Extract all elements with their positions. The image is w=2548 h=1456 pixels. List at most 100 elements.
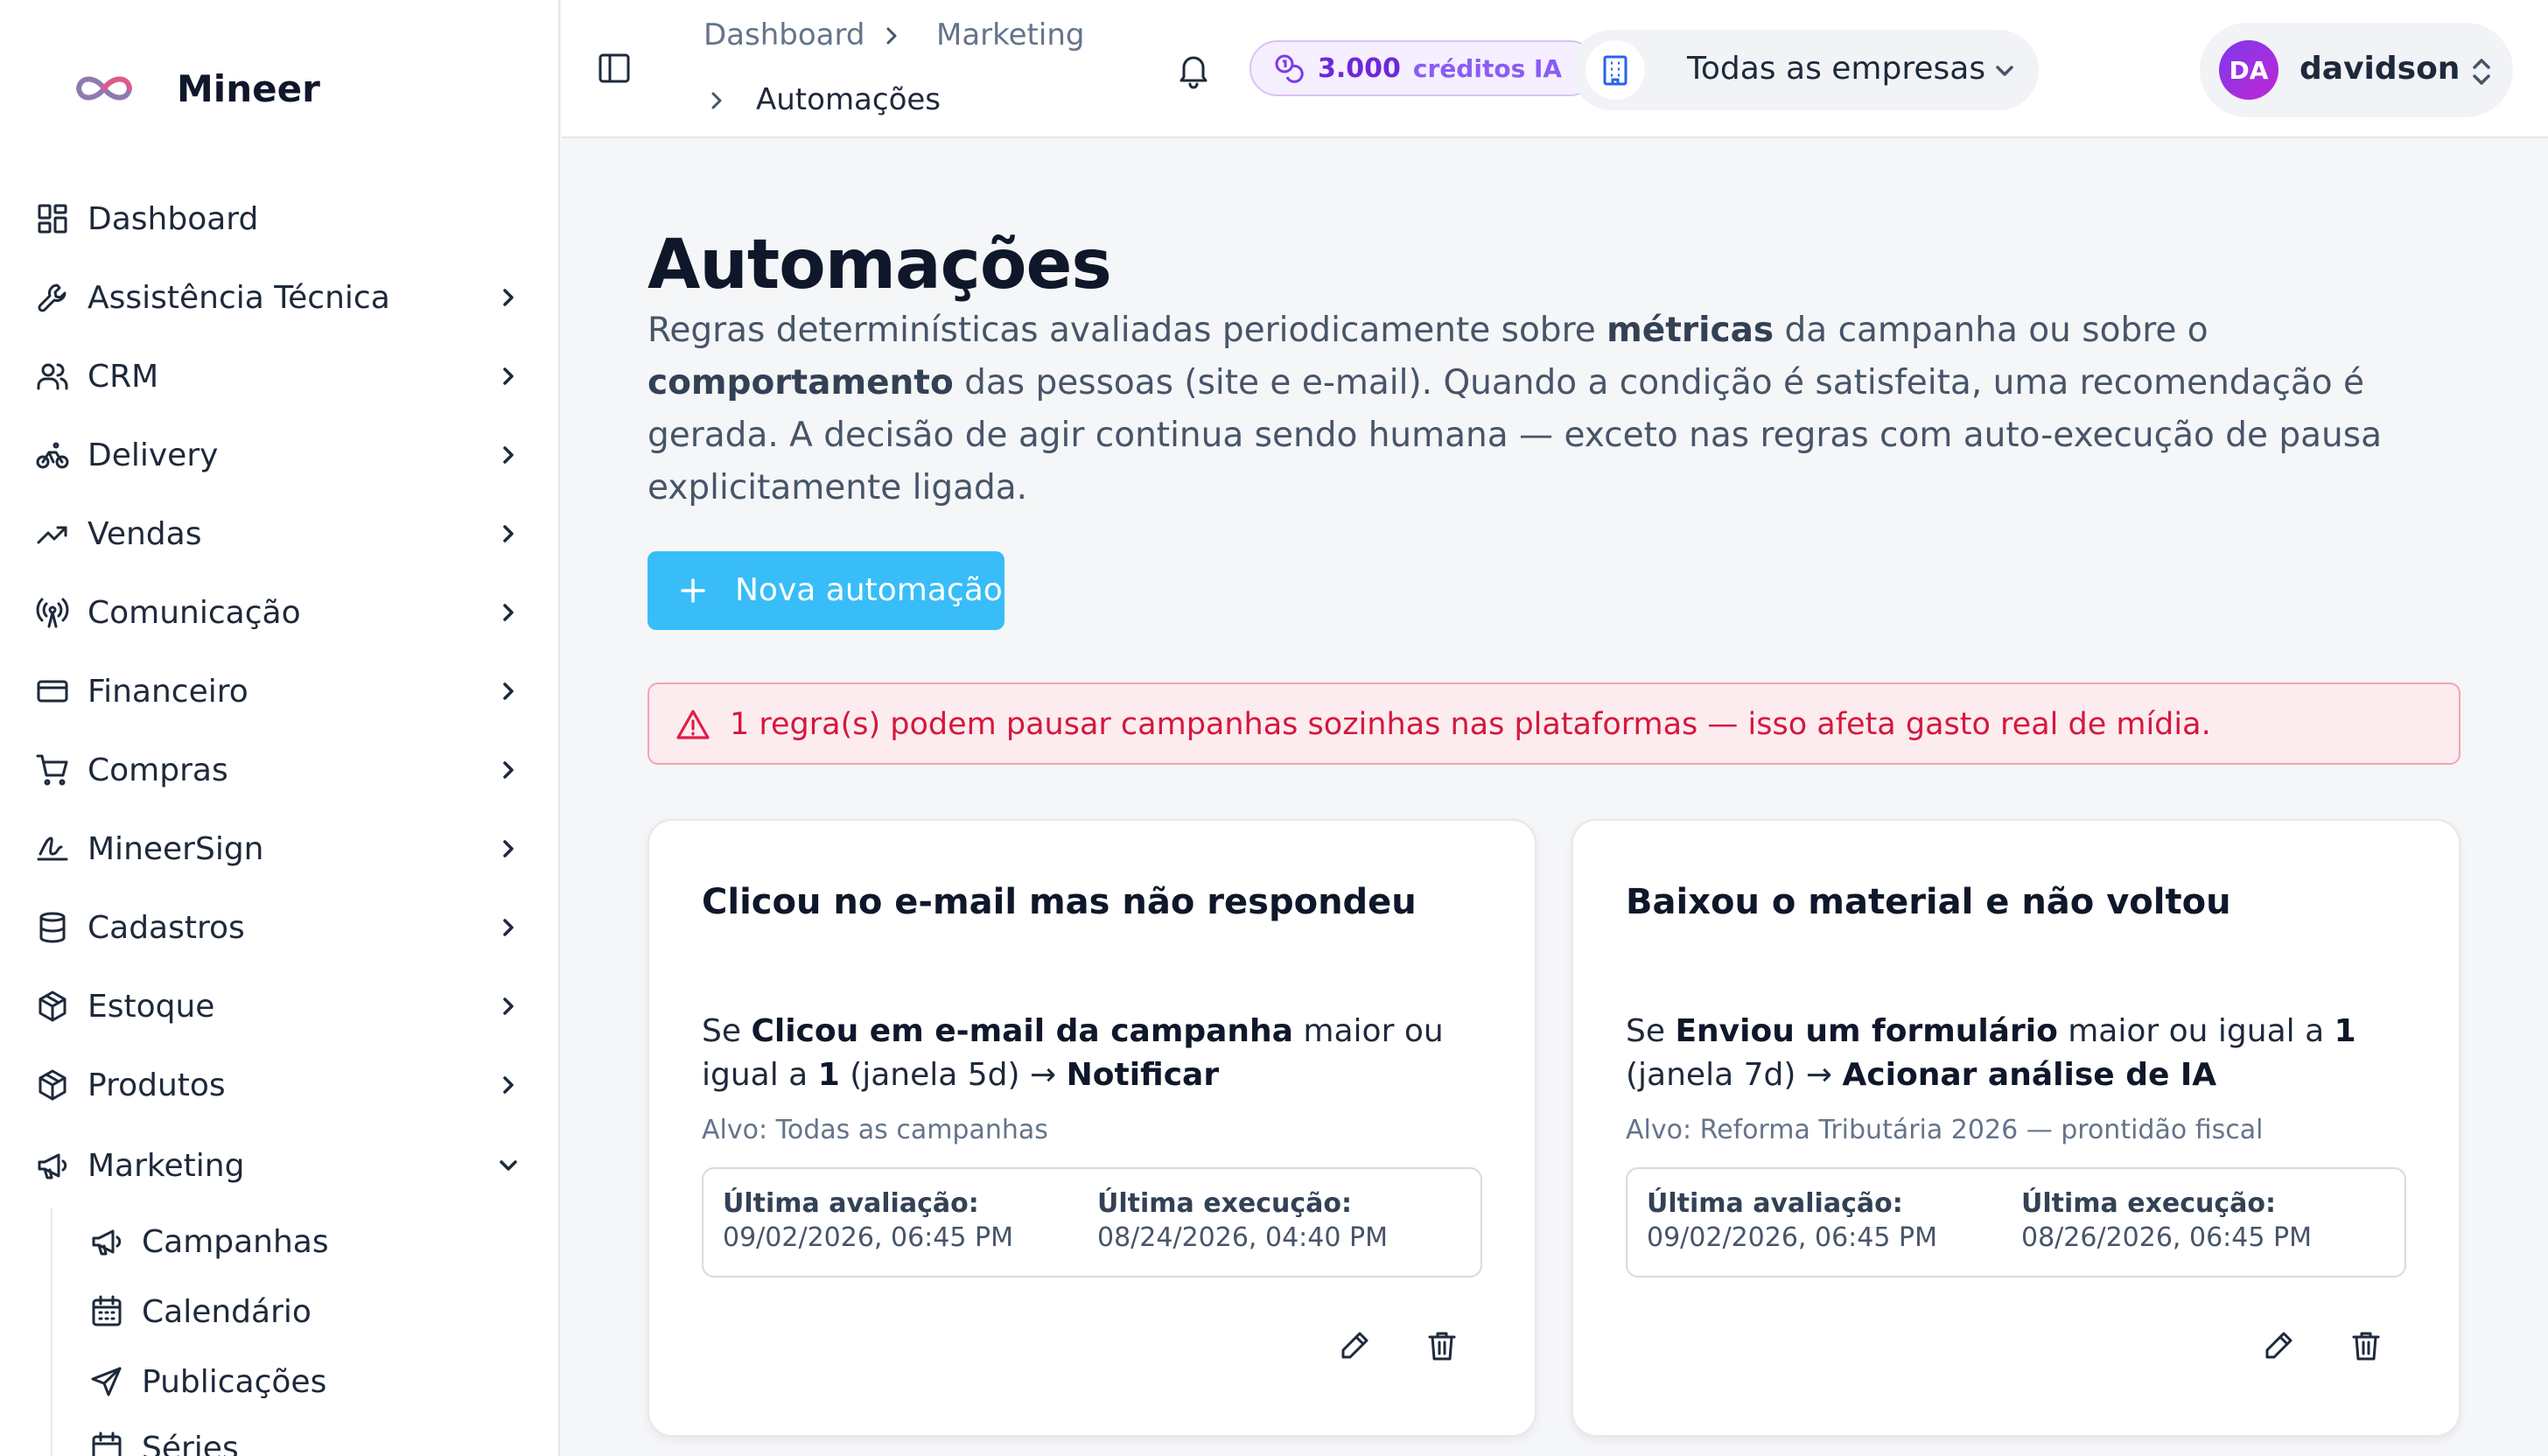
ai-credits-badge[interactable]: 3.000 créditos IA	[1250, 40, 1598, 96]
signature-icon	[35, 831, 70, 866]
sidebar-item-label: Financeiro	[88, 673, 248, 710]
radio-tower-icon	[35, 595, 70, 630]
description-emphasis: métricas	[1606, 311, 1774, 350]
sidebar-item-marketing[interactable]: Marketing	[0, 1132, 560, 1199]
last-execution-label: Última execução:	[2021, 1188, 2277, 1219]
sidebar-item-comunicacao[interactable]: Comunicação	[0, 579, 560, 646]
sidebar-item-estoque[interactable]: Estoque	[0, 973, 560, 1040]
calendar-clock-icon	[89, 1431, 124, 1456]
last-execution: Última execução: 08/24/2026, 04:40 PM	[1097, 1188, 1388, 1253]
credit-card-icon	[35, 674, 70, 709]
package-icon	[35, 1068, 70, 1102]
sidebar-item-crm[interactable]: CRM	[0, 343, 560, 410]
automation-card: Baixou o material e não voltou Se Enviou…	[1572, 819, 2460, 1437]
sidebar-subitem-campanhas[interactable]: Campanhas	[88, 1211, 542, 1272]
breadcrumb-current: Automações	[756, 82, 942, 117]
user-name: davidson	[2300, 51, 2460, 87]
automation-rule: Se Enviou um formulário maior ou igual a…	[1626, 1010, 2413, 1097]
chevron-right-icon	[880, 24, 903, 47]
chevron-right-icon	[495, 678, 522, 704]
sidebar-toggle-icon[interactable]	[597, 51, 632, 86]
sidebar-item-label: Assistência Técnica	[88, 279, 390, 316]
last-execution: Última execução: 08/26/2026, 06:45 PM	[2021, 1188, 2312, 1253]
top-header: Dashboard Marketing Automações 3.000 cré…	[562, 0, 2548, 138]
send-icon	[89, 1364, 124, 1399]
users-icon	[35, 359, 70, 394]
sidebar-item-label: MineerSign	[88, 830, 264, 867]
shopping-cart-icon	[35, 752, 70, 788]
user-menu[interactable]: DA davidson	[2200, 23, 2513, 117]
automation-stats: Última avaliação: 09/02/2026, 06:45 PM Ú…	[1626, 1167, 2406, 1278]
last-evaluation-value: 09/02/2026, 06:45 PM	[723, 1222, 1013, 1253]
automation-stats: Última avaliação: 09/02/2026, 06:45 PM Ú…	[702, 1167, 1482, 1278]
rule-action: Notificar	[1066, 1057, 1220, 1093]
chevron-right-icon	[495, 363, 522, 389]
sidebar-subitem-publicacoes[interactable]: Publicações	[88, 1351, 542, 1412]
sidebar-subitem-label: Campanhas	[142, 1223, 329, 1260]
automation-target: Alvo: Todas as campanhas	[702, 1115, 1048, 1145]
chevron-right-icon	[495, 1072, 522, 1098]
bike-icon	[35, 438, 70, 472]
bell-icon[interactable]	[1174, 51, 1213, 89]
chevron-right-icon	[495, 914, 522, 941]
coins-icon	[1275, 54, 1304, 83]
rule-operator: maior ou igual a	[2057, 1013, 2334, 1049]
rule-metric: Clicou em e-mail da campanha	[751, 1013, 1293, 1049]
sidebar: Mineer Dashboard Assistência Técnica CRM…	[0, 0, 560, 1456]
avatar: DA	[2219, 40, 2278, 100]
sidebar-item-mineersign[interactable]: MineerSign	[0, 816, 560, 882]
trending-up-icon	[35, 516, 70, 551]
chevron-right-icon	[495, 757, 522, 783]
breadcrumb-marketing[interactable]: Marketing	[936, 18, 1084, 52]
edit-icon[interactable]	[2261, 1328, 2300, 1367]
sidebar-item-produtos[interactable]: Produtos	[0, 1052, 560, 1118]
rule-prefix: Se	[702, 1013, 752, 1049]
rule-window: (janela 7d) →	[1626, 1057, 1843, 1093]
sidebar-item-dashboard[interactable]: Dashboard	[0, 186, 560, 252]
new-automation-button[interactable]: Nova automação	[648, 551, 1004, 630]
page-description: Regras determinísticas avaliadas periodi…	[648, 304, 2398, 514]
sidebar-item-label: CRM	[88, 358, 159, 395]
brand[interactable]: Mineer	[70, 58, 320, 119]
mineer-logo-icon	[75, 76, 133, 101]
description-emphasis: comportamento	[648, 363, 954, 402]
last-execution-value: 08/24/2026, 04:40 PM	[1097, 1222, 1388, 1253]
trash-icon[interactable]	[2348, 1328, 2387, 1367]
rule-value: 1	[817, 1057, 840, 1093]
company-selector[interactable]: Todas as empresas	[1572, 30, 2039, 110]
automation-rule: Se Clicou em e-mail da campanha maior ou…	[702, 1010, 1489, 1097]
sidebar-subitem-calendario[interactable]: Calendário	[88, 1281, 542, 1342]
chevron-right-icon	[495, 284, 522, 311]
automation-title: Clicou no e-mail mas não respondeu	[702, 882, 1417, 922]
chevron-right-icon	[495, 836, 522, 862]
sidebar-item-label: Cadastros	[88, 909, 245, 946]
database-icon	[35, 910, 70, 945]
sidebar-item-label: Delivery	[88, 437, 219, 473]
sidebar-item-assistencia-tecnica[interactable]: Assistência Técnica	[0, 264, 560, 331]
alert-message: 1 regra(s) podem pausar campanhas sozinh…	[730, 707, 2211, 742]
rule-prefix: Se	[1626, 1013, 1676, 1049]
sidebar-subitem-label: Publicações	[142, 1363, 327, 1400]
sidebar-subitem-series[interactable]: Séries	[88, 1418, 542, 1456]
last-evaluation-label: Última avaliação:	[1647, 1188, 1903, 1219]
automation-card: Clicou no e-mail mas não respondeu Se Cl…	[648, 819, 1536, 1437]
sidebar-item-financeiro[interactable]: Financeiro	[0, 658, 560, 724]
last-execution-label: Última execução:	[1097, 1188, 1353, 1219]
sidebar-item-label: Compras	[88, 752, 228, 788]
sidebar-item-label: Dashboard	[88, 200, 259, 237]
app-name: Mineer	[177, 66, 320, 110]
sidebar-item-compras[interactable]: Compras	[0, 737, 560, 803]
sidebar-item-vendas[interactable]: Vendas	[0, 500, 560, 567]
credits-label: créditos IA	[1412, 53, 1563, 83]
automation-target: Alvo: Reforma Tributária 2026 — prontidã…	[1626, 1115, 2264, 1145]
credits-value: 3.000	[1318, 52, 1401, 84]
edit-icon[interactable]	[1337, 1328, 1376, 1367]
sidebar-item-label: Comunicação	[88, 594, 301, 631]
rule-window: (janela 5d) →	[839, 1057, 1067, 1093]
sidebar-item-cadastros[interactable]: Cadastros	[0, 894, 560, 961]
chevron-right-icon	[495, 442, 522, 468]
sidebar-item-delivery[interactable]: Delivery	[0, 422, 560, 488]
breadcrumb-dashboard[interactable]: Dashboard	[704, 18, 864, 52]
trash-icon[interactable]	[1424, 1328, 1463, 1367]
last-execution-value: 08/26/2026, 06:45 PM	[2021, 1222, 2312, 1253]
